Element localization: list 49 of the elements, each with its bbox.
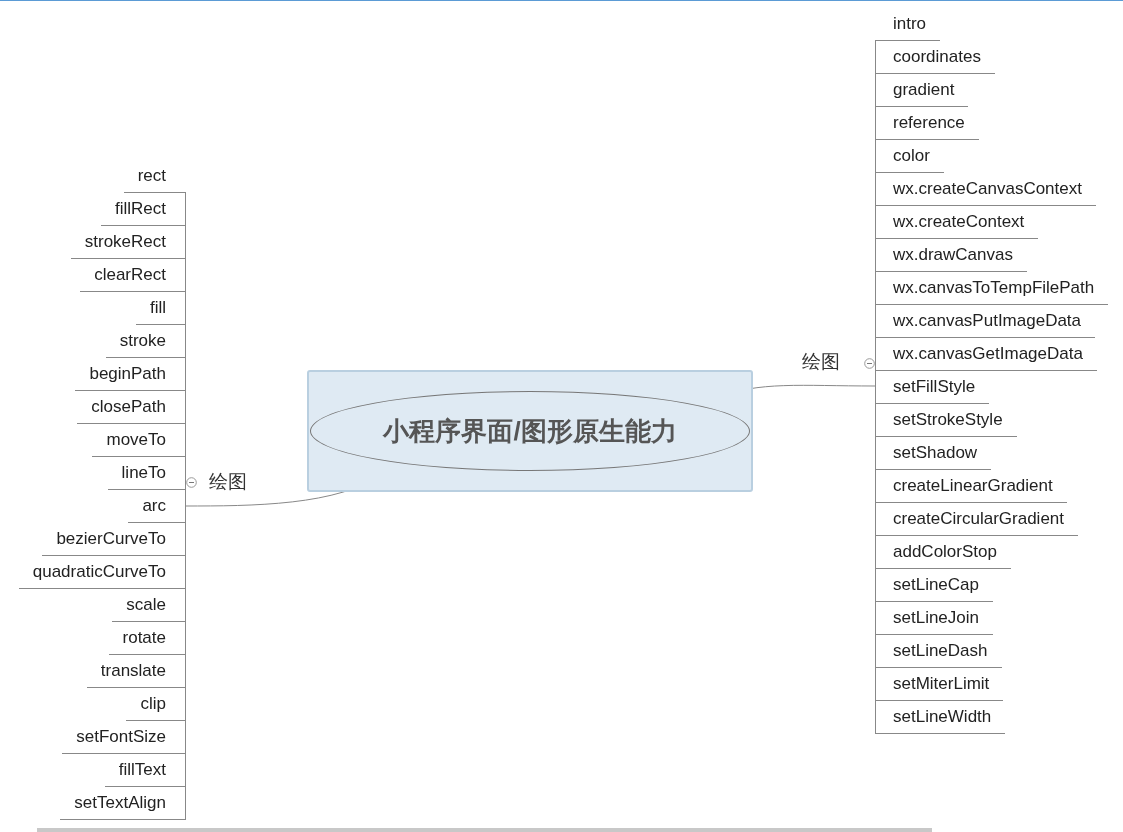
subtopic-node[interactable]: setFillStyle [875, 371, 990, 404]
subtopic-node[interactable]: bezierCurveTo [42, 523, 186, 556]
branch-label[interactable]: 绘图 [802, 348, 840, 377]
subtopic-node[interactable]: wx.canvasPutImageData [875, 305, 1096, 338]
subtopic-node[interactable]: setLineCap [875, 569, 993, 602]
subtopic-node[interactable]: wx.canvasToTempFilePath [875, 272, 1109, 305]
subtopic-node[interactable]: setTextAlign [60, 787, 186, 820]
collapse-icon[interactable] [185, 476, 197, 488]
subtopic-node[interactable]: setLineDash [875, 635, 1002, 668]
subtopic-node[interactable]: wx.canvasGetImageData [875, 338, 1097, 371]
subtopic-node[interactable]: wx.drawCanvas [875, 239, 1027, 272]
subtopic-node[interactable]: createCircularGradient [875, 503, 1078, 536]
central-topic-box[interactable]: 小程序界面/图形原生能力 [307, 370, 753, 492]
subtopic-node[interactable]: arc [128, 490, 186, 523]
subtopic-node[interactable]: setLineJoin [875, 602, 993, 635]
subtopic-node[interactable]: fillRect [101, 193, 186, 226]
subtopic-node[interactable]: beginPath [75, 358, 186, 391]
subtopic-node[interactable]: fillText [104, 754, 186, 787]
subtopic-node[interactable]: translate [86, 655, 186, 688]
subtopic-node[interactable]: rect [123, 160, 186, 193]
collapse-icon[interactable] [863, 357, 875, 369]
subtopic-node[interactable]: reference [875, 107, 979, 140]
subtopic-node[interactable]: intro [875, 8, 941, 41]
subtopic-node[interactable]: rotate [108, 622, 186, 655]
subtopic-node[interactable]: addColorStop [875, 536, 1011, 569]
subtopic-node[interactable]: scale [112, 589, 186, 622]
subtopic-node[interactable]: setStrokeStyle [875, 404, 1017, 437]
central-topic-title: 小程序界面/图形原生能力 [383, 414, 677, 448]
subtopic-node[interactable]: clip [126, 688, 186, 721]
horizontal-scrollbar[interactable] [37, 828, 932, 832]
subtopic-node[interactable]: lineTo [107, 457, 186, 490]
subtopic-node[interactable]: setFontSize [62, 721, 186, 754]
subtopic-node[interactable]: closePath [77, 391, 186, 424]
branch-label[interactable]: 绘图 [209, 468, 247, 497]
subtopic-node[interactable]: clearRect [80, 259, 186, 292]
subtopic-node[interactable]: setShadow [875, 437, 992, 470]
subtopic-node[interactable]: setLineWidth [875, 701, 1006, 734]
subtopic-node[interactable]: createLinearGradient [875, 470, 1067, 503]
subtopic-node[interactable]: wx.createCanvasContext [875, 173, 1096, 206]
subtopic-node[interactable]: quadraticCurveTo [18, 556, 186, 589]
subtopic-node[interactable]: fill [135, 292, 186, 325]
subtopic-node[interactable]: strokeRect [70, 226, 186, 259]
subtopic-node[interactable]: moveTo [92, 424, 186, 457]
subtopic-node[interactable]: coordinates [875, 41, 995, 74]
subtopic-node[interactable]: setMiterLimit [875, 668, 1004, 701]
subtopic-node[interactable]: gradient [875, 74, 969, 107]
subtopic-node[interactable]: wx.createContext [875, 206, 1039, 239]
subtopic-node[interactable]: color [875, 140, 944, 173]
subtopic-node[interactable]: stroke [105, 325, 186, 358]
